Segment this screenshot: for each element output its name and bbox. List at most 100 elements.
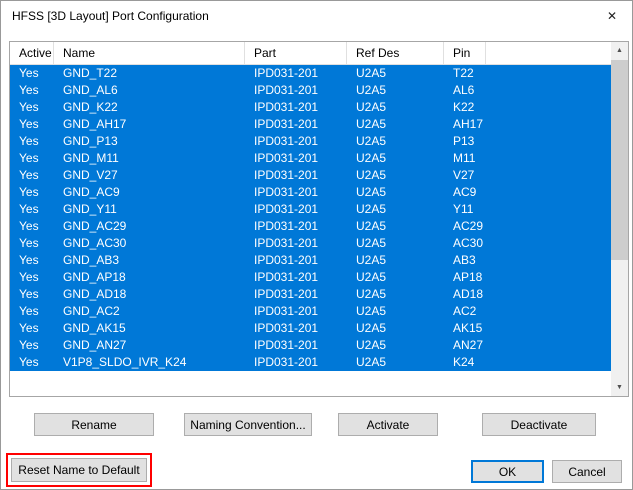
cell-pin: T22 xyxy=(453,66,474,80)
cell-pin: AD18 xyxy=(453,287,484,301)
cell-pin: Y11 xyxy=(453,202,474,216)
cell-spacer xyxy=(486,354,611,371)
table-row[interactable]: Yes GND_AC2 IPD031-201 U2A5 AC2 xyxy=(10,303,611,320)
reset-name-to-default-button[interactable]: Reset Name to Default xyxy=(11,458,147,482)
cell-active: Yes xyxy=(19,253,39,267)
column-header-active[interactable]: Active xyxy=(10,42,54,64)
cell-spacer xyxy=(486,303,611,320)
ok-button[interactable]: OK xyxy=(471,460,544,483)
cell-name: GND_AD18 xyxy=(63,287,127,301)
table-row[interactable]: Yes GND_M11 IPD031-201 U2A5 M11 xyxy=(10,150,611,167)
table-row[interactable]: Yes GND_Y11 IPD031-201 U2A5 Y11 xyxy=(10,201,611,218)
column-header-refdes[interactable]: Ref Des xyxy=(347,42,444,64)
cell-part: IPD031-201 xyxy=(254,355,319,369)
cell-part: IPD031-201 xyxy=(254,304,319,318)
cell-active: Yes xyxy=(19,134,39,148)
table-row[interactable]: Yes V1P8_SLDO_IVR_K24 IPD031-201 U2A5 K2… xyxy=(10,354,611,371)
table-row[interactable]: Yes GND_AC29 IPD031-201 U2A5 AC29 xyxy=(10,218,611,235)
cell-name: GND_AC30 xyxy=(63,236,127,250)
cell-name: GND_T22 xyxy=(63,66,118,80)
close-icon[interactable]: ✕ xyxy=(592,1,632,31)
cell-pin: AC2 xyxy=(453,304,477,318)
table-row[interactable]: Yes GND_P13 IPD031-201 U2A5 P13 xyxy=(10,133,611,150)
table-row[interactable]: Yes GND_AK15 IPD031-201 U2A5 AK15 xyxy=(10,320,611,337)
cell-name: GND_AH17 xyxy=(63,117,127,131)
scrollbar-up-arrow[interactable]: ▲ xyxy=(611,42,628,59)
table-row[interactable]: Yes GND_AN27 IPD031-201 U2A5 AN27 xyxy=(10,337,611,354)
cell-part: IPD031-201 xyxy=(254,253,319,267)
column-header-spacer xyxy=(486,42,611,64)
cell-refdes: U2A5 xyxy=(356,83,387,97)
cell-part: IPD031-201 xyxy=(254,134,319,148)
cell-active: Yes xyxy=(19,355,39,369)
cell-part: IPD031-201 xyxy=(254,151,319,165)
table-row[interactable]: Yes GND_V27 IPD031-201 U2A5 V27 xyxy=(10,167,611,184)
cell-spacer xyxy=(486,320,611,337)
cell-spacer xyxy=(486,337,611,354)
cell-name: GND_P13 xyxy=(63,134,118,148)
cell-refdes: U2A5 xyxy=(356,287,387,301)
cell-name: GND_AK15 xyxy=(63,321,126,335)
cell-name: GND_AP18 xyxy=(63,270,126,284)
cell-spacer xyxy=(486,99,611,116)
table-row[interactable]: Yes GND_K22 IPD031-201 U2A5 K22 xyxy=(10,99,611,116)
cell-name: V1P8_SLDO_IVR_K24 xyxy=(63,355,187,369)
cell-spacer xyxy=(486,133,611,150)
cell-pin: K22 xyxy=(453,100,475,114)
cell-refdes: U2A5 xyxy=(356,321,387,335)
table-row[interactable]: Yes GND_T22 IPD031-201 U2A5 T22 xyxy=(10,65,611,82)
table-row[interactable]: Yes GND_AB3 IPD031-201 U2A5 AB3 xyxy=(10,252,611,269)
table-row[interactable]: Yes GND_AC30 IPD031-201 U2A5 AC30 xyxy=(10,235,611,252)
cell-refdes: U2A5 xyxy=(356,219,387,233)
scrollbar-thumb[interactable] xyxy=(611,60,628,260)
column-header-pin[interactable]: Pin xyxy=(444,42,486,64)
cell-spacer xyxy=(486,218,611,235)
table-row[interactable]: Yes GND_AH17 IPD031-201 U2A5 AH17 xyxy=(10,116,611,133)
cancel-button[interactable]: Cancel xyxy=(552,460,622,483)
cell-pin: P13 xyxy=(453,134,475,148)
column-header-part[interactable]: Part xyxy=(245,42,347,64)
cell-active: Yes xyxy=(19,168,39,182)
cell-active: Yes xyxy=(19,185,39,199)
vertical-scrollbar[interactable]: ▲ ▼ xyxy=(611,42,628,396)
table-row[interactable]: Yes GND_AL6 IPD031-201 U2A5 AL6 xyxy=(10,82,611,99)
naming-convention-button[interactable]: Naming Convention... xyxy=(184,413,312,436)
cell-name: GND_Y11 xyxy=(63,202,117,216)
cell-pin: AL6 xyxy=(453,83,475,97)
cell-active: Yes xyxy=(19,304,39,318)
cell-part: IPD031-201 xyxy=(254,219,319,233)
cell-part: IPD031-201 xyxy=(254,117,319,131)
cell-refdes: U2A5 xyxy=(356,134,387,148)
annotation-highlight: Reset Name to Default xyxy=(6,453,152,487)
cell-spacer xyxy=(486,150,611,167)
cell-active: Yes xyxy=(19,338,39,352)
cell-refdes: U2A5 xyxy=(356,338,387,352)
scrollbar-down-arrow[interactable]: ▼ xyxy=(611,379,628,396)
cell-name: GND_AC29 xyxy=(63,219,127,233)
table-row[interactable]: Yes GND_AD18 IPD031-201 U2A5 AD18 xyxy=(10,286,611,303)
table-row[interactable]: Yes GND_AP18 IPD031-201 U2A5 AP18 xyxy=(10,269,611,286)
cell-part: IPD031-201 xyxy=(254,270,319,284)
cell-part: IPD031-201 xyxy=(254,202,319,216)
cell-spacer xyxy=(486,116,611,133)
cell-refdes: U2A5 xyxy=(356,151,387,165)
activate-button[interactable]: Activate xyxy=(338,413,438,436)
cell-active: Yes xyxy=(19,270,39,284)
cell-active: Yes xyxy=(19,321,39,335)
deactivate-button[interactable]: Deactivate xyxy=(482,413,596,436)
cell-pin: V27 xyxy=(453,168,475,182)
cell-spacer xyxy=(486,269,611,286)
cell-name: GND_K22 xyxy=(63,100,118,114)
cell-part: IPD031-201 xyxy=(254,100,319,114)
table-row[interactable]: Yes GND_AC9 IPD031-201 U2A5 AC9 xyxy=(10,184,611,201)
column-header-name[interactable]: Name xyxy=(54,42,245,64)
dialog-title: HFSS [3D Layout] Port Configuration xyxy=(12,9,209,23)
cell-spacer xyxy=(486,65,611,82)
table-header: Active Name Part Ref Des Pin xyxy=(10,42,611,65)
cell-part: IPD031-201 xyxy=(254,338,319,352)
cell-name: GND_AN27 xyxy=(63,338,127,352)
cell-spacer xyxy=(486,201,611,218)
cell-spacer xyxy=(486,167,611,184)
rename-button[interactable]: Rename xyxy=(34,413,154,436)
cell-active: Yes xyxy=(19,83,39,97)
